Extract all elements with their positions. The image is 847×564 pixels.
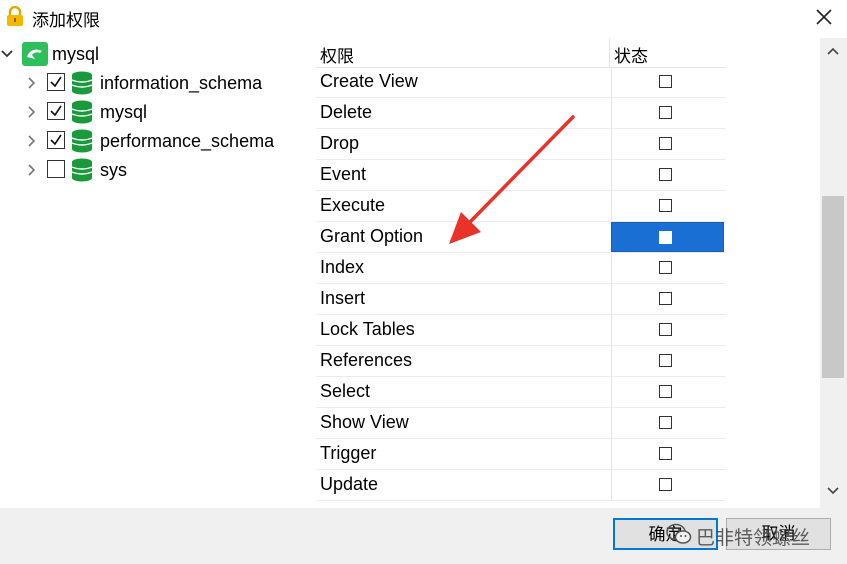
privilege-row[interactable]: Grant Option xyxy=(316,222,726,253)
status-cell[interactable] xyxy=(611,470,724,500)
tree-item-label: sys xyxy=(100,160,127,180)
title-bar: 添加权限 xyxy=(0,0,847,34)
grid-header: 权限 状态 xyxy=(316,38,726,68)
lock-icon xyxy=(7,6,23,26)
privilege-name: Select xyxy=(320,381,371,401)
status-cell[interactable] xyxy=(611,284,724,314)
scroll-down-icon[interactable] xyxy=(826,486,840,496)
column-divider xyxy=(609,38,610,67)
tree-checkbox[interactable] xyxy=(47,73,65,91)
tree-item-sys[interactable]: sys xyxy=(0,157,310,183)
tree-item-performance-schema[interactable]: performance_schema xyxy=(0,128,310,154)
scrollbar-thumb[interactable] xyxy=(822,196,844,378)
status-cell[interactable] xyxy=(611,191,724,221)
privilege-name: Trigger xyxy=(320,443,377,463)
close-icon[interactable] xyxy=(811,4,837,30)
status-cell[interactable] xyxy=(611,315,724,345)
privilege-name: Create View xyxy=(320,71,418,91)
privilege-checkbox[interactable] xyxy=(659,199,672,212)
row-divider xyxy=(316,500,726,501)
privilege-row[interactable]: Index xyxy=(316,253,726,284)
privilege-name: References xyxy=(320,350,413,370)
chevron-down-icon[interactable] xyxy=(0,48,14,60)
window-title: 添加权限 xyxy=(32,11,100,31)
database-icon xyxy=(71,129,93,153)
privilege-name: Insert xyxy=(320,288,366,308)
privilege-row[interactable]: Update xyxy=(316,470,726,501)
database-icon xyxy=(71,158,93,182)
privilege-grid: 权限 状态 Create View Delete Drop Event Execute G… xyxy=(316,38,726,508)
tree-checkbox[interactable] xyxy=(47,160,65,178)
privilege-checkbox[interactable] xyxy=(659,106,672,119)
privilege-name: Update xyxy=(320,474,379,494)
database-tree: mysql information_schema mysql performan… xyxy=(0,38,310,508)
chevron-right-icon[interactable] xyxy=(26,77,36,89)
privilege-row[interactable]: Select xyxy=(316,377,726,408)
column-header-status[interactable]: 状态 xyxy=(614,42,648,67)
privilege-name: Event xyxy=(320,164,367,184)
status-cell[interactable] xyxy=(611,408,724,438)
privilege-checkbox[interactable] xyxy=(659,323,672,336)
tree-item-label: information_schema xyxy=(100,73,263,93)
chevron-right-icon[interactable] xyxy=(26,106,36,118)
tree-checkbox[interactable] xyxy=(47,102,65,120)
privilege-checkbox[interactable] xyxy=(659,447,672,460)
tree-item-information-schema[interactable]: information_schema xyxy=(0,70,310,96)
privilege-name: Grant Option xyxy=(320,226,424,246)
watermark: 巴非特领螺丝 xyxy=(666,518,846,552)
privilege-checkbox[interactable] xyxy=(659,354,672,367)
privilege-name: Execute xyxy=(320,195,386,215)
watermark-text: 巴非特领螺丝 xyxy=(696,527,811,549)
status-cell[interactable] xyxy=(611,222,724,252)
tree-checkbox[interactable] xyxy=(47,131,65,149)
privilege-row[interactable]: Show View xyxy=(316,408,726,439)
status-cell[interactable] xyxy=(611,346,724,376)
privilege-name: Index xyxy=(320,257,365,277)
database-icon xyxy=(71,71,93,95)
privilege-checkbox[interactable] xyxy=(659,231,672,244)
status-cell[interactable] xyxy=(611,98,724,128)
wechat-icon xyxy=(666,523,692,544)
status-cell[interactable] xyxy=(611,439,724,469)
tree-item-mysql[interactable]: mysql xyxy=(0,99,310,125)
status-cell[interactable] xyxy=(611,160,724,190)
vertical-scrollbar[interactable] xyxy=(820,38,847,508)
dialog-footer: 确定 取消 巴非特领螺丝 xyxy=(0,508,847,564)
privilege-row[interactable]: Create View xyxy=(316,67,726,98)
chevron-right-icon[interactable] xyxy=(26,135,36,147)
privilege-row[interactable]: References xyxy=(316,346,726,377)
privilege-name: Show View xyxy=(320,412,409,432)
privilege-row[interactable]: Trigger xyxy=(316,439,726,470)
privilege-checkbox[interactable] xyxy=(659,75,672,88)
privilege-row[interactable]: Event xyxy=(316,160,726,191)
column-header-privilege[interactable]: 权限 xyxy=(320,42,354,67)
status-cell[interactable] xyxy=(611,377,724,407)
tree-root-label: mysql xyxy=(52,44,100,64)
status-cell[interactable] xyxy=(611,129,724,159)
status-cell[interactable] xyxy=(611,67,724,97)
privilege-checkbox[interactable] xyxy=(659,385,672,398)
privilege-row[interactable]: Execute xyxy=(316,191,726,222)
dolphin-icon xyxy=(22,42,48,66)
privilege-checkbox[interactable] xyxy=(659,416,672,429)
privilege-row[interactable]: Lock Tables xyxy=(316,315,726,346)
privilege-name: Lock Tables xyxy=(320,319,415,339)
chevron-right-icon[interactable] xyxy=(26,164,36,176)
database-icon xyxy=(71,100,93,124)
privilege-name: Drop xyxy=(320,133,360,153)
privilege-row[interactable]: Delete xyxy=(316,98,726,129)
tree-item-label: performance_schema xyxy=(100,131,275,151)
privilege-checkbox[interactable] xyxy=(659,137,672,150)
privilege-name: Delete xyxy=(320,102,373,122)
privilege-row[interactable]: Insert xyxy=(316,284,726,315)
privilege-checkbox[interactable] xyxy=(659,478,672,491)
scroll-up-icon[interactable] xyxy=(826,46,840,56)
privilege-checkbox[interactable] xyxy=(659,292,672,305)
tree-item-label: mysql xyxy=(100,102,148,122)
privilege-checkbox[interactable] xyxy=(659,261,672,274)
status-cell[interactable] xyxy=(611,253,724,283)
privilege-row[interactable]: Drop xyxy=(316,129,726,160)
privilege-checkbox[interactable] xyxy=(659,168,672,181)
